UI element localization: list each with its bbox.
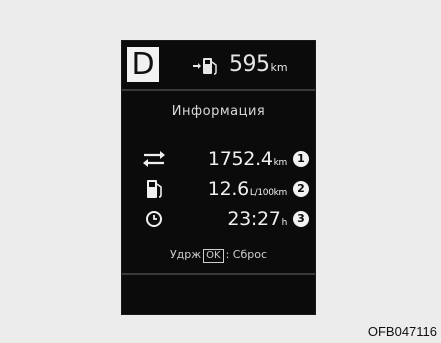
callout-badge-1: 1	[293, 151, 309, 167]
callout-badge-3: 3	[293, 211, 309, 227]
cluster-display: D 595km Информация 1752.4km 1 12.6L/100k…	[121, 40, 316, 315]
car-arrows-icon	[143, 151, 165, 167]
hint-prefix: Удрж	[169, 248, 202, 261]
fuel-economy-row: 12.6L/100km 2	[122, 177, 315, 201]
elapsed-time-row: 23:27h 3	[122, 207, 315, 231]
elapsed-time-unit: h	[281, 218, 288, 228]
range-unit: km	[270, 61, 288, 74]
fuel-pump-arrow-icon	[193, 58, 217, 75]
top-bar: D 595km	[122, 41, 315, 91]
figure-code: OFB047116	[367, 324, 437, 339]
distance-unit: km	[273, 158, 288, 168]
fuel-economy-value-group: 12.6L/100km	[207, 177, 288, 205]
info-title: Информация	[171, 104, 266, 119]
elapsed-time-value-group: 23:27h	[227, 207, 287, 235]
hint-suffix: : Сброс	[225, 248, 268, 261]
callout-badge-2: 2	[293, 181, 309, 197]
distance-value: 1752.4	[207, 148, 273, 170]
driving-range: 595km	[229, 50, 288, 83]
gear-indicator: D	[127, 47, 159, 82]
fuel-economy-unit: L/100km	[249, 188, 287, 198]
range-value: 595	[229, 52, 270, 77]
elapsed-time-value: 23:27	[227, 208, 281, 230]
clock-icon	[146, 211, 162, 227]
reset-hint: Удрж OK: Сброс	[122, 247, 315, 263]
ok-key-label: OK	[203, 249, 224, 263]
distance-row: 1752.4km 1	[122, 147, 315, 171]
bottom-divider	[122, 273, 315, 275]
fuel-pump-icon	[147, 180, 162, 198]
fuel-economy-value: 12.6	[207, 178, 249, 200]
distance-value-group: 1752.4km	[208, 147, 287, 175]
